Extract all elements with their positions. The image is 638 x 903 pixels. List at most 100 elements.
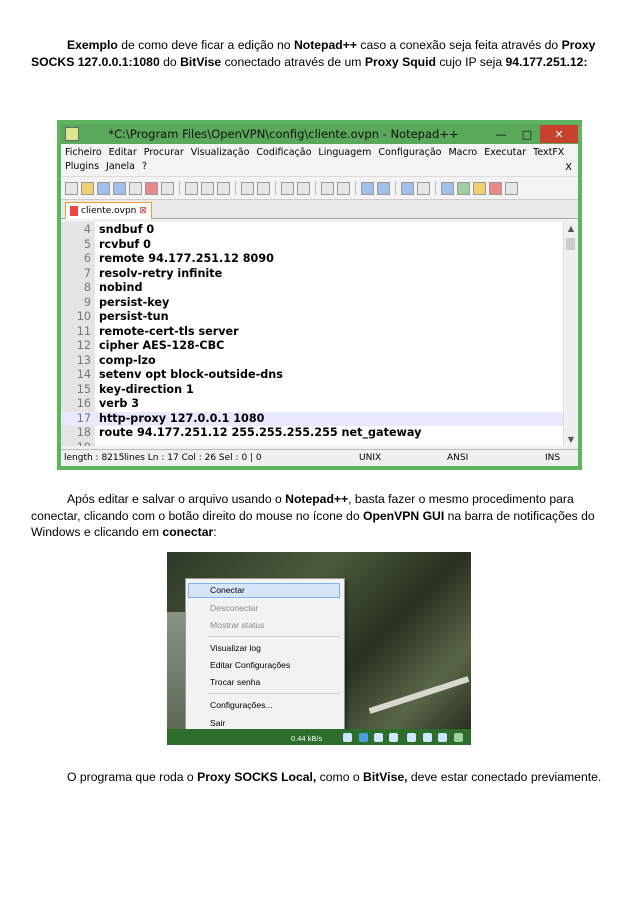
zoom-in-icon[interactable] (321, 181, 334, 195)
undo-icon[interactable] (241, 181, 254, 195)
menu-configuracao[interactable]: Configuração (378, 147, 441, 158)
intro-text: cujo IP seja (435, 54, 506, 69)
code-editor[interactable]: 4 sndbuf 0 5 rcvbuf 0 6 remote 94.177.251.12 … (61, 222, 564, 446)
macro-save-icon[interactable] (489, 181, 502, 195)
window-titlebar[interactable]: *C:\Program Files\OpenVPN\config\cliente… (61, 124, 578, 144)
menu-item-mostrar-status[interactable]: Mostrar status (210, 618, 264, 632)
tray-app-icon[interactable] (454, 733, 463, 742)
tab-cliente-ovpn[interactable]: cliente.ovpn ⊠ (65, 202, 152, 219)
tray-monitor-icon[interactable] (423, 733, 432, 742)
tray-telegram-icon[interactable] (359, 733, 368, 742)
save-icon[interactable] (97, 181, 110, 195)
line-number: 7 (83, 266, 91, 280)
window-title: *C:\Program Files\OpenVPN\config\cliente… (108, 127, 459, 141)
open-file-icon[interactable] (81, 181, 94, 195)
code-line[interactable]: 13 comp-lzo (61, 354, 564, 369)
menu-plugins[interactable]: Plugins (65, 161, 99, 172)
menu-help[interactable]: ? (142, 161, 147, 172)
zoom-out-icon[interactable] (337, 181, 350, 195)
code-line[interactable]: 15 key-direction 1 (61, 383, 564, 398)
intro-bold-exemplo: Exemplo (67, 38, 118, 52)
scroll-up-icon[interactable]: ▲ (564, 224, 578, 233)
run-icon[interactable] (505, 181, 518, 195)
menu-linguagem[interactable]: Linguagem (318, 147, 371, 158)
code-line[interactable]: 12 cipher AES-128-CBC (61, 339, 564, 354)
intro-bold-notepad: Notepad++ (293, 38, 357, 52)
tray-network-icon[interactable] (343, 733, 352, 742)
copy-icon[interactable] (201, 181, 214, 195)
paragraph-icon[interactable] (417, 181, 430, 195)
code-line[interactable]: 4 sndbuf 0 (61, 223, 564, 238)
line-number: 6 (83, 252, 91, 265)
code-line[interactable]: 19 (61, 441, 564, 447)
code-line[interactable]: 14 setenv opt block-outside-dns (61, 368, 564, 383)
status-insert-mode: INS (545, 453, 561, 463)
close-button[interactable]: ✕ (540, 125, 578, 143)
intro-text: de como deve ficar a edição no (117, 38, 294, 52)
menu-procurar[interactable]: Procurar (144, 147, 184, 158)
scroll-thumb[interactable] (566, 238, 575, 250)
show-all-chars-icon[interactable] (401, 181, 414, 195)
tray-shield-icon[interactable] (374, 733, 383, 742)
code-line[interactable]: 10 persist-tun (61, 310, 564, 325)
tray-box-icon[interactable] (389, 733, 398, 742)
tray-gamepad-icon[interactable] (407, 733, 416, 742)
close-document-x[interactable]: X (565, 161, 572, 175)
replace-icon[interactable] (297, 181, 310, 195)
menu-item-desconectar[interactable]: Desconectar (210, 601, 258, 615)
line-code: setenv opt block-outside-dns (99, 368, 283, 381)
line-code: persist-tun (99, 310, 169, 323)
menu-ficheiro[interactable]: Ficheiro (65, 147, 102, 158)
menu-item-sair[interactable]: Sair (210, 716, 225, 730)
menu-item-configuracoes[interactable]: Configurações... (210, 698, 273, 712)
code-line[interactable]: 17 http-proxy 127.0.0.1 1080 (61, 411, 564, 426)
find-icon[interactable] (281, 181, 294, 195)
macro-play-icon[interactable] (473, 181, 486, 195)
sync-scroll-icon[interactable] (361, 181, 374, 195)
line-code: sndbuf 0 (99, 223, 155, 236)
save-all-icon[interactable] (113, 181, 126, 195)
cut-icon[interactable] (185, 181, 198, 195)
close-file-icon[interactable] (129, 181, 142, 195)
scroll-down-icon[interactable]: ▼ (564, 435, 578, 444)
tab-close-icon[interactable]: ⊠ (139, 206, 147, 216)
close-all-icon[interactable] (145, 181, 158, 195)
menu-janela[interactable]: Janela (106, 161, 135, 172)
status-bar: length : 8215 lines Ln : 17 Col : 26 Sel… (61, 449, 578, 466)
code-line[interactable]: 5 rcvbuf 0 (61, 238, 564, 253)
menu-editar[interactable]: Editar (109, 147, 137, 158)
menu-macro[interactable]: Macro (448, 147, 477, 158)
redo-icon[interactable] (257, 181, 270, 195)
vertical-scrollbar[interactable]: ▲ ▼ (563, 222, 578, 446)
notepad-window-screenshot: *C:\Program Files\OpenVPN\config\cliente… (57, 120, 582, 470)
closing-text: como o (316, 770, 364, 784)
indent-guide-icon[interactable] (441, 181, 454, 195)
minimize-button[interactable]: — (488, 125, 514, 143)
paste-icon[interactable] (217, 181, 230, 195)
menu-visualizacao[interactable]: Visualização (191, 147, 250, 158)
menu-item-editar-configuracoes[interactable]: Editar Configurações (210, 658, 290, 672)
menu-executar[interactable]: Executar (484, 147, 526, 158)
code-line[interactable]: 9 persist-key (61, 296, 564, 311)
tray-volume-icon[interactable] (438, 733, 447, 742)
code-line[interactable]: 8 nobind (61, 281, 564, 296)
menu-codificacao[interactable]: Codificação (256, 147, 311, 158)
closing-bold-proxy-socks-local: Proxy SOCKS Local, (197, 770, 317, 784)
macro-record-icon[interactable] (457, 181, 470, 195)
code-line[interactable]: 16 verb 3 (61, 397, 564, 412)
new-file-icon[interactable] (65, 181, 78, 195)
code-line[interactable]: 18 route 94.177.251.12 255.255.255.255 ne… (61, 426, 564, 441)
code-line[interactable]: 6 remote 94.177.251.12 8090 (61, 252, 564, 267)
menu-item-conectar[interactable]: Conectar (210, 583, 245, 597)
menu-item-trocar-senha[interactable]: Trocar senha (210, 675, 260, 689)
status-eol: UNIX (359, 453, 382, 463)
code-line[interactable]: 11 remote-cert-tls server (61, 325, 564, 340)
code-line[interactable]: 7 resolv-retry infinite (61, 267, 564, 282)
word-wrap-icon[interactable] (377, 181, 390, 195)
menu-textfx[interactable]: TextFX (533, 147, 564, 158)
unsaved-file-icon (70, 206, 78, 216)
maximize-button[interactable]: □ (514, 125, 540, 143)
line-number: 19 (61, 441, 91, 447)
menu-item-visualizar-log[interactable]: Visualizar log (210, 641, 261, 655)
print-icon[interactable] (161, 181, 174, 195)
